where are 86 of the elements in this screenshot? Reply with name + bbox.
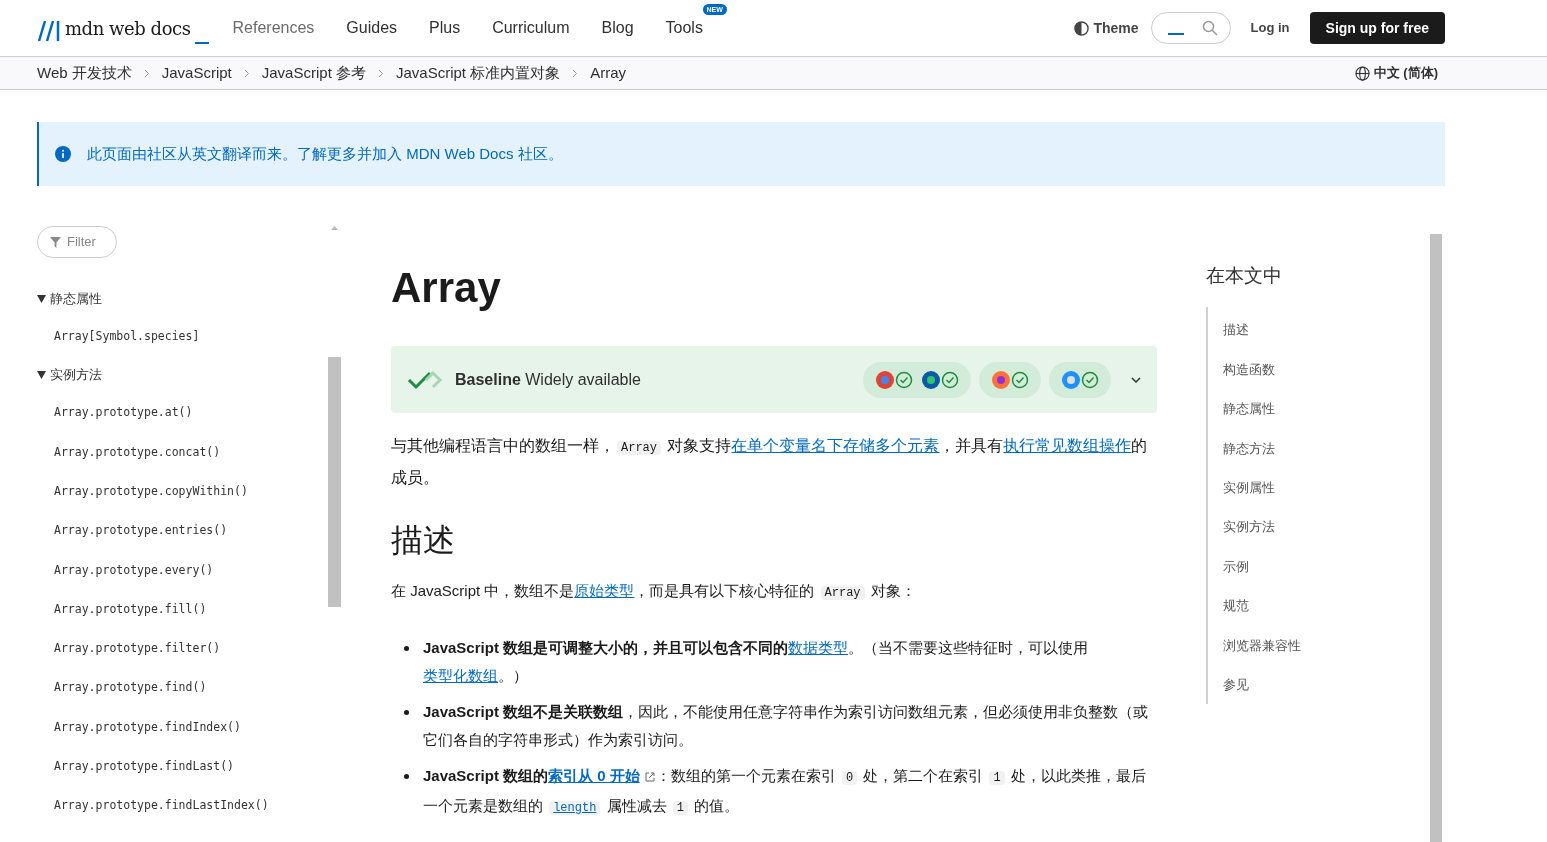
breadcrumb-link[interactable]: Web 开发技术 (37, 61, 132, 85)
toc-link[interactable]: 浏览器兼容性 (1223, 635, 1301, 656)
nav-link[interactable]: Blog (601, 16, 634, 40)
inline-code: 1 (989, 771, 1005, 785)
chevron-down-icon[interactable] (1131, 376, 1141, 383)
chevron-icon (378, 68, 384, 78)
toc-link[interactable]: 实例方法 (1223, 517, 1275, 537)
toc-link[interactable]: 描述 (1223, 320, 1249, 340)
breadcrumb-link[interactable]: JavaScript 参考 (261, 61, 366, 85)
sidebar-item[interactable]: Array.prototype.fill() (54, 600, 207, 619)
chevron-icon (143, 68, 150, 78)
check-icon (1011, 370, 1029, 389)
intro-paragraph: 与其他编程语言中的数组一样， Array 对象支持在单个变量名下存储多个元素，并具有执行常见数组操作的成员。 (391, 436, 1149, 488)
inline-link[interactable]: 原始类型 (574, 582, 635, 599)
toc-link[interactable]: 规范 (1223, 596, 1249, 616)
info-icon (55, 146, 71, 162)
login-link[interactable]: Log in (1250, 18, 1290, 38)
toc-link[interactable]: 构造函数 (1223, 359, 1275, 380)
sidebar-item[interactable]: Array.prototype.at() (54, 404, 193, 422)
inline-code: 1 (672, 801, 688, 815)
sidebar-item[interactable]: Array.prototype.findIndex() (54, 718, 241, 736)
external-link-icon (643, 771, 656, 784)
sidebar-item[interactable]: Array.prototype.entries() (54, 522, 228, 540)
scrollbar-thumb[interactable] (328, 357, 341, 607)
inline-code: 0 (841, 771, 858, 785)
list-item-text: JavaScript 数组的索引从 0 开始 ：数组的第一个元素在索引 0 处，第二个在索引 1 处，以此类推，最后一个元素是数组的 length 属性减去 1 的值。 (423, 766, 1147, 817)
sidebar-item[interactable]: Array.prototype.copyWithin() (54, 482, 248, 501)
inline-link[interactable]: 在单个变量名下存储多个元素 (731, 437, 940, 454)
browser-icon (991, 369, 1011, 390)
theme-button[interactable]: Theme (1074, 17, 1139, 39)
code-link[interactable]: length (549, 801, 601, 815)
browser-icon (921, 369, 941, 390)
sidebar-item[interactable]: Array[Symbol.species] (54, 328, 200, 346)
toc-link[interactable]: 参见 (1223, 674, 1249, 695)
check-icon (941, 370, 959, 389)
notice-link[interactable]: 此页面由社区从英文翻译而来。了解更多并加入 MDN Web Docs 社区。 (87, 142, 563, 166)
search-icon (1201, 20, 1218, 36)
toc-title: 在本文中 (1206, 264, 1283, 288)
caret-icon (37, 370, 46, 379)
language-button[interactable]: 中文 (简体) (1354, 63, 1438, 83)
toc-link[interactable]: 示例 (1223, 556, 1249, 577)
section-heading: 描述 (391, 521, 456, 560)
browser-icon (1061, 369, 1081, 390)
filter-icon (50, 236, 61, 248)
caret-icon (37, 294, 46, 303)
scroll-up-icon[interactable] (331, 226, 338, 230)
nav-link[interactable]: Guides (346, 16, 398, 40)
double-check-icon (407, 369, 443, 390)
chevron-icon (243, 68, 250, 78)
toc-link[interactable]: 静态属性 (1223, 399, 1275, 419)
list-item-text: JavaScript 数组是可调整大小的，并且可以包含不同的数据类型。（当不需要这些特征时，可以使用 类型化数组。） (423, 638, 1090, 686)
signup-button[interactable]: Sign up for free (1309, 12, 1445, 44)
sidebar-item[interactable]: Array.prototype.findLast() (54, 758, 234, 776)
page-title: Array (391, 263, 502, 313)
mdn-logo[interactable]: mdn web docs (37, 14, 209, 42)
sidebar-item[interactable]: Array.prototype.filter() (54, 640, 221, 658)
breadcrumb-link[interactable]: Array (590, 61, 627, 85)
sidebar-item[interactable]: Array.prototype.findLastIndex() (54, 797, 269, 815)
inline-code: Array (820, 586, 865, 600)
nav-link[interactable]: Plus (429, 16, 461, 40)
nav-link[interactable]: Curriculum (492, 16, 570, 40)
globe-icon (1354, 65, 1370, 81)
inline-link[interactable]: 数据类型 (788, 639, 849, 656)
sidebar-item[interactable]: Array.prototype.every() (54, 561, 214, 579)
external-link[interactable]: 索引从 0 开始 (548, 767, 656, 784)
list-item-text: JavaScript 数组不是关联数组，因此，不能使用任意字符串作为索引访问数组元素，但必须使用非负整数（或它们各自的字符串形式）作为索引访问。 (423, 702, 1150, 750)
breadcrumb-link[interactable]: JavaScript 标准内置对象 (396, 61, 561, 85)
inline-code: Array (617, 441, 661, 455)
page-scrollbar[interactable] (1430, 234, 1442, 842)
check-icon (1081, 370, 1099, 389)
theme-icon (1074, 20, 1090, 36)
toc-link[interactable]: 实例属性 (1223, 478, 1275, 498)
sidebar-section[interactable]: 实例方法 (37, 365, 102, 385)
inline-link[interactable]: 类型化数组 (423, 667, 498, 684)
chevron-icon (572, 68, 579, 78)
sidebar-item[interactable]: Array.prototype.concat() (54, 443, 221, 461)
browser-icon (875, 369, 895, 390)
sidebar-item[interactable]: Array.prototype.find() (54, 679, 207, 697)
description-paragraph: 在 JavaScript 中，数组不是原始类型，而是具有以下核心特征的 Array 对象： (391, 581, 917, 602)
inline-link[interactable]: 执行常见数组操作 (1003, 437, 1132, 454)
nav-link[interactable]: References (232, 16, 315, 40)
breadcrumb-link[interactable]: JavaScript (161, 61, 232, 85)
sidebar-section[interactable]: 静态属性 (37, 288, 102, 309)
check-icon (895, 370, 913, 389)
baseline-status: Baseline Widely available (455, 369, 641, 390)
toc-link[interactable]: 静态方法 (1223, 438, 1275, 459)
